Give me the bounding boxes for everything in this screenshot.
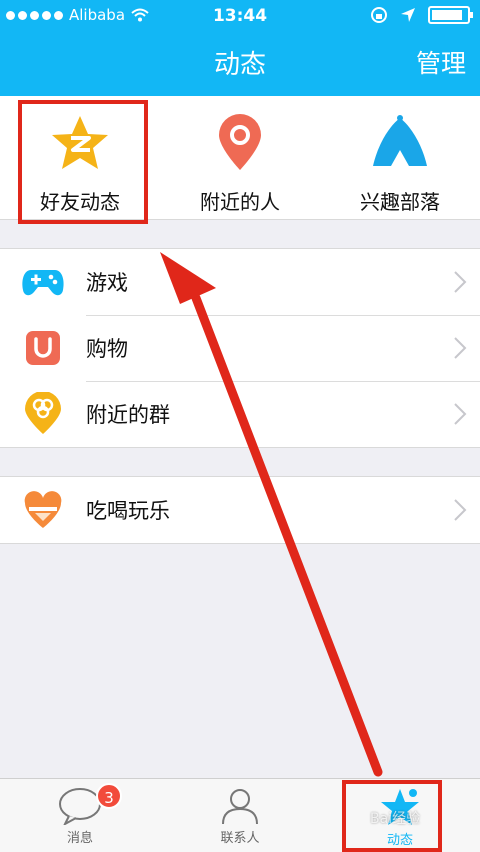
tab-label: 消息 bbox=[66, 831, 93, 846]
unread-badge: 3 bbox=[96, 783, 122, 809]
watermark: Bai经验 bbox=[370, 811, 421, 827]
tab-label: 联系人 bbox=[220, 831, 260, 846]
tab-messages[interactable]: 3 消息 bbox=[0, 779, 160, 852]
annotation-arrow bbox=[160, 252, 383, 777]
person-icon bbox=[222, 789, 258, 825]
tab-contacts[interactable]: 联系人 bbox=[160, 779, 320, 852]
